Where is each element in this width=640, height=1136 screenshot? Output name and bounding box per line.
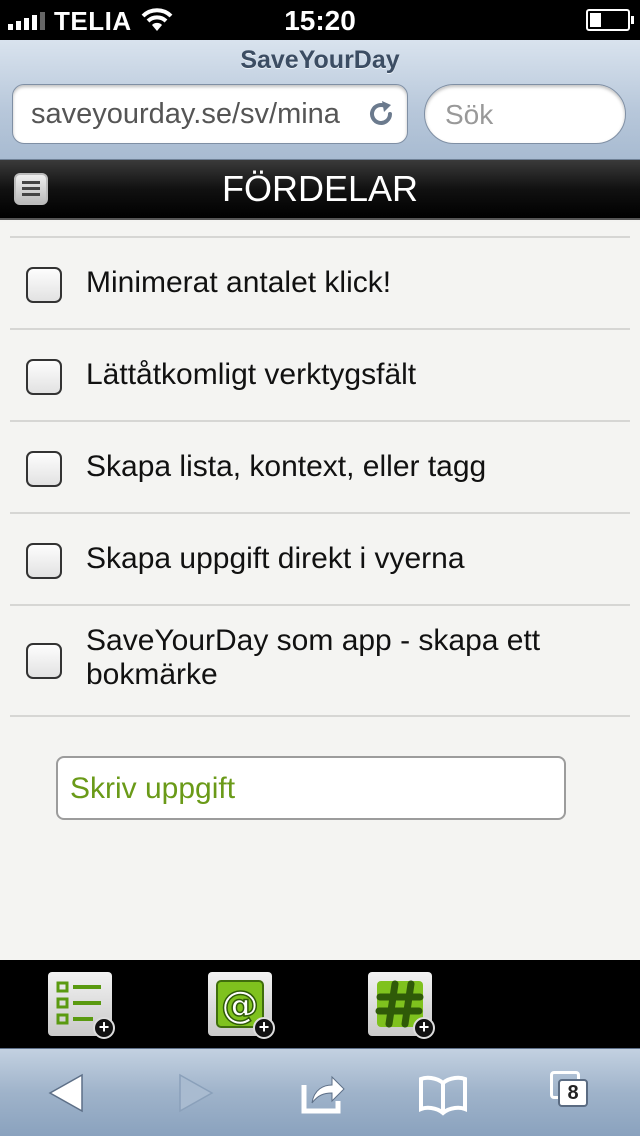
new-task-placeholder: Skriv uppgift [70, 772, 236, 805]
task-item[interactable]: Skapa uppgift direkt i vyerna [10, 514, 630, 606]
task-label: Lättåtkomligt verktygsfält [86, 358, 417, 391]
reload-icon[interactable] [365, 98, 397, 130]
clock: 15:20 [284, 5, 356, 36]
app-toolbar: + @ + + [0, 960, 640, 1048]
task-label: Skapa uppgift direkt i vyerna [86, 542, 465, 575]
header-title: FÖRDELAR [221, 168, 419, 209]
forward-arrow-icon[interactable] [170, 1069, 220, 1117]
task-item[interactable]: Minimerat antalet klick! [10, 238, 630, 330]
task-item[interactable]: Lättåtkomligt verktygsfält [10, 330, 630, 422]
task-list: Minimerat antalet klick! Lättåtkomligt v… [10, 236, 630, 717]
task-checkbox[interactable] [26, 543, 62, 579]
browser-toolbar: 8 [0, 1048, 640, 1136]
page-title: SaveYourDay [240, 46, 400, 74]
task-checkbox[interactable] [26, 451, 62, 487]
share-icon[interactable] [298, 1069, 348, 1117]
status-bar: TELIA 15:20 [0, 0, 640, 40]
add-context-button[interactable]: @ + [208, 972, 275, 1039]
bookmarks-icon[interactable] [418, 1069, 468, 1117]
task-item[interactable]: SaveYourDay som app - skapa ett bokmärke [10, 606, 630, 717]
task-checkbox[interactable] [26, 359, 62, 395]
new-task-input[interactable]: Skriv uppgift [56, 756, 566, 820]
task-list-view: Minimerat antalet klick! Lättåtkomligt v… [0, 222, 640, 960]
url-text: saveyourday.se/sv/mina [31, 98, 340, 130]
browser-address-bar: SaveYourDay saveyourday.se/sv/mina Sök [0, 40, 640, 160]
plus-icon: + [413, 1017, 435, 1039]
add-tag-button[interactable]: + [368, 972, 435, 1039]
task-checkbox[interactable] [26, 267, 62, 303]
task-label: Skapa lista, kontext, eller tagg [86, 450, 487, 483]
plus-icon: + [93, 1017, 115, 1039]
tabs-button[interactable]: 8 [548, 1069, 598, 1117]
task-checkbox[interactable] [26, 643, 62, 679]
search-input[interactable]: Sök [424, 84, 626, 144]
url-field[interactable]: saveyourday.se/sv/mina [12, 84, 408, 144]
tab-count: 8 [558, 1079, 588, 1107]
task-label: SaveYourDay som app - skapa ett bokmärke [86, 624, 541, 691]
search-placeholder: Sök [445, 99, 494, 130]
back-arrow-icon[interactable] [42, 1069, 92, 1117]
task-label: Minimerat antalet klick! [86, 266, 392, 299]
app-header: FÖRDELAR [0, 160, 640, 220]
plus-icon: + [253, 1017, 275, 1039]
task-item[interactable]: Skapa lista, kontext, eller tagg [10, 422, 630, 514]
battery-icon [586, 9, 634, 31]
svg-text:@: @ [221, 983, 259, 1027]
add-list-button[interactable]: + [48, 972, 115, 1039]
